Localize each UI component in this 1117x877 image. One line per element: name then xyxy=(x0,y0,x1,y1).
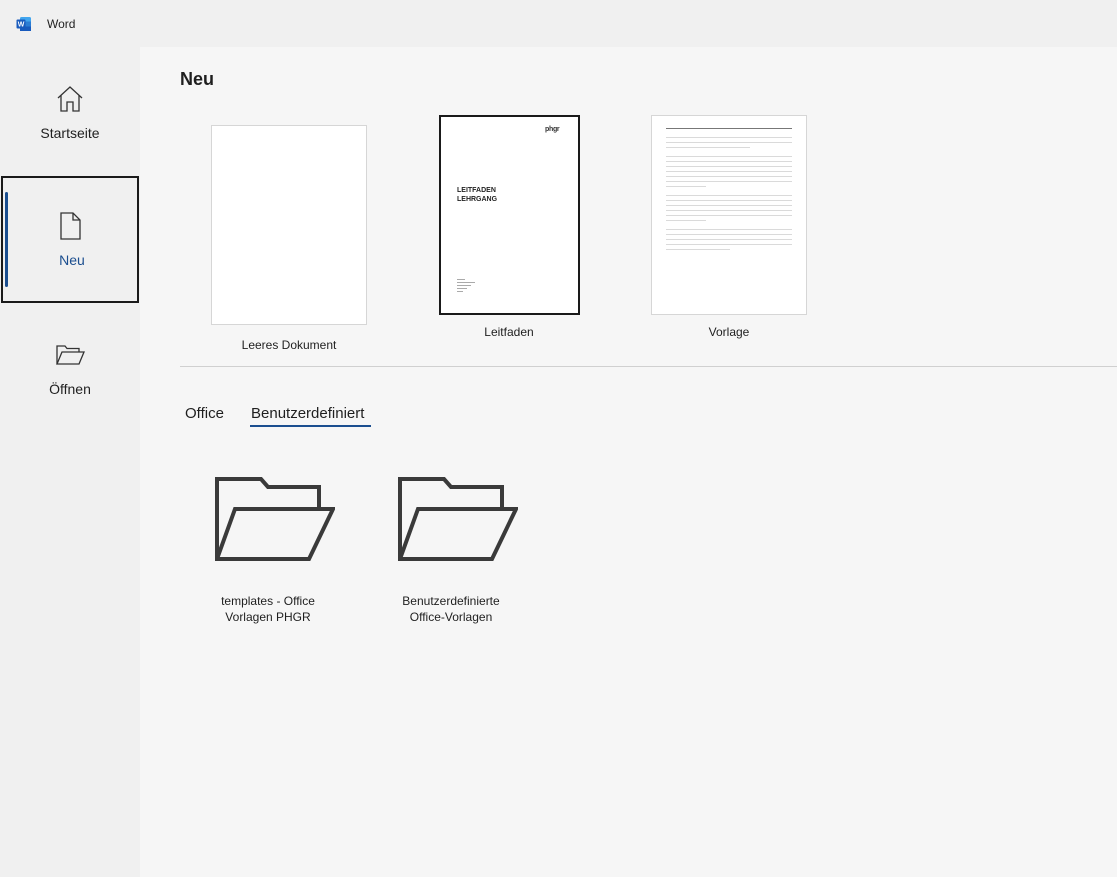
template-folder-custom-office[interactable]: Benutzerdefinierte Office-Vorlagen xyxy=(351,477,551,627)
svg-text:W: W xyxy=(18,22,25,29)
folder-label: templates - Office Vorlagen PHGR xyxy=(221,594,315,624)
folder-icon xyxy=(215,477,335,561)
open-folder-icon xyxy=(56,345,85,365)
sidebar-item-open[interactable]: Öffnen xyxy=(0,321,140,447)
template-footer-lines xyxy=(457,279,487,294)
template-thumbnail: phgr LEITFADEN LEHRGANG xyxy=(439,115,580,315)
section-divider xyxy=(180,366,1117,367)
template-heading: LEITFADEN LEHRGANG xyxy=(457,187,498,203)
active-tab-underline xyxy=(250,425,371,427)
backstage-sidebar: Startseite Neu Öffnen xyxy=(0,47,140,877)
template-label: Leeres Dokument xyxy=(241,338,337,352)
template-label: Vorlage xyxy=(708,325,750,339)
template-thumbnail xyxy=(211,125,367,325)
new-document-icon xyxy=(60,212,81,240)
sidebar-item-label: Neu xyxy=(59,252,85,268)
title-bar: W Word xyxy=(0,0,1117,47)
app-title: Word xyxy=(47,17,76,31)
sidebar-item-home[interactable]: Startseite xyxy=(0,65,140,191)
template-folder-phgr[interactable]: templates - Office Vorlagen PHGR xyxy=(168,477,368,627)
home-icon xyxy=(57,86,83,112)
main-panel: Neu Leeres Dokument phgr LEITFADEN LEHRG… xyxy=(140,47,1117,877)
template-text-lines xyxy=(666,128,794,254)
tab-custom[interactable]: Benutzerdefiniert xyxy=(251,405,364,422)
sidebar-item-label: Öffnen xyxy=(49,381,91,397)
folder-label: Benutzerdefinierte Office-Vorlagen xyxy=(402,594,500,624)
sidebar-item-label: Startseite xyxy=(40,125,100,141)
folder-icon xyxy=(398,477,518,561)
template-label: Leitfaden xyxy=(484,325,534,339)
word-app-icon: W xyxy=(16,17,31,31)
template-thumbnail xyxy=(651,115,807,315)
template-logo: phgr xyxy=(545,126,560,133)
active-indicator xyxy=(5,192,8,287)
page-title: Neu xyxy=(180,69,215,89)
sidebar-item-new[interactable]: Neu xyxy=(1,176,139,303)
tab-office[interactable]: Office xyxy=(185,405,224,422)
